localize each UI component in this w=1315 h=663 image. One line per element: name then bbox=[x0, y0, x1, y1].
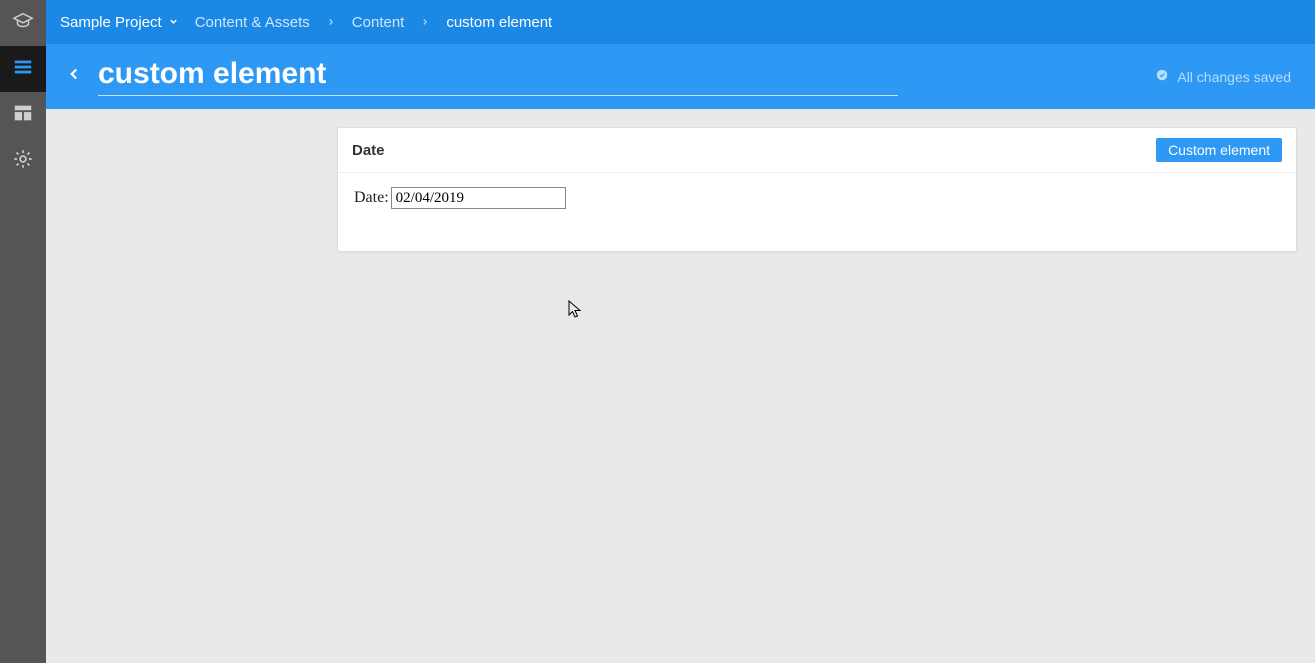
content-list-icon bbox=[12, 56, 34, 83]
main-area: Sample Project Content & Assets Content … bbox=[46, 0, 1315, 663]
chevron-left-icon bbox=[65, 65, 83, 88]
card-title: Date bbox=[352, 142, 385, 159]
element-type-badge: Custom element bbox=[1156, 138, 1282, 162]
project-switcher[interactable]: Sample Project bbox=[60, 14, 179, 31]
breadcrumb-item-2[interactable]: custom element bbox=[446, 14, 552, 31]
sidebar-item-settings[interactable] bbox=[0, 138, 46, 184]
element-card: Date Custom element Date: bbox=[337, 127, 1297, 252]
item-title-input[interactable] bbox=[98, 57, 898, 96]
graduation-cap-icon bbox=[12, 10, 34, 37]
chevron-right-icon bbox=[326, 15, 336, 30]
topbar: Sample Project Content & Assets Content … bbox=[46, 0, 1315, 44]
breadcrumb-item-1[interactable]: Content bbox=[352, 14, 405, 31]
sidebar-item-content[interactable] bbox=[0, 46, 46, 92]
gear-icon bbox=[12, 148, 34, 175]
date-field-label: Date: bbox=[354, 189, 389, 207]
content-area: Date Custom element Date: bbox=[46, 109, 1315, 663]
check-circle-icon bbox=[1155, 68, 1169, 85]
left-sidebar bbox=[0, 0, 46, 663]
save-status-text: All changes saved bbox=[1177, 69, 1291, 85]
chevron-right-icon bbox=[420, 15, 430, 30]
date-input[interactable] bbox=[391, 187, 566, 209]
card-body: Date: bbox=[338, 173, 1296, 251]
save-status: All changes saved bbox=[1155, 68, 1301, 85]
breadcrumb-item-0[interactable]: Content & Assets bbox=[195, 14, 310, 31]
chevron-down-icon bbox=[168, 14, 179, 31]
sidebar-item-education[interactable] bbox=[0, 0, 46, 46]
titlebar: All changes saved bbox=[46, 44, 1315, 109]
card-header: Date Custom element bbox=[338, 128, 1296, 173]
layout-icon bbox=[12, 102, 34, 129]
project-name: Sample Project bbox=[60, 14, 162, 31]
sidebar-item-layout[interactable] bbox=[0, 92, 46, 138]
back-button[interactable] bbox=[60, 63, 88, 91]
